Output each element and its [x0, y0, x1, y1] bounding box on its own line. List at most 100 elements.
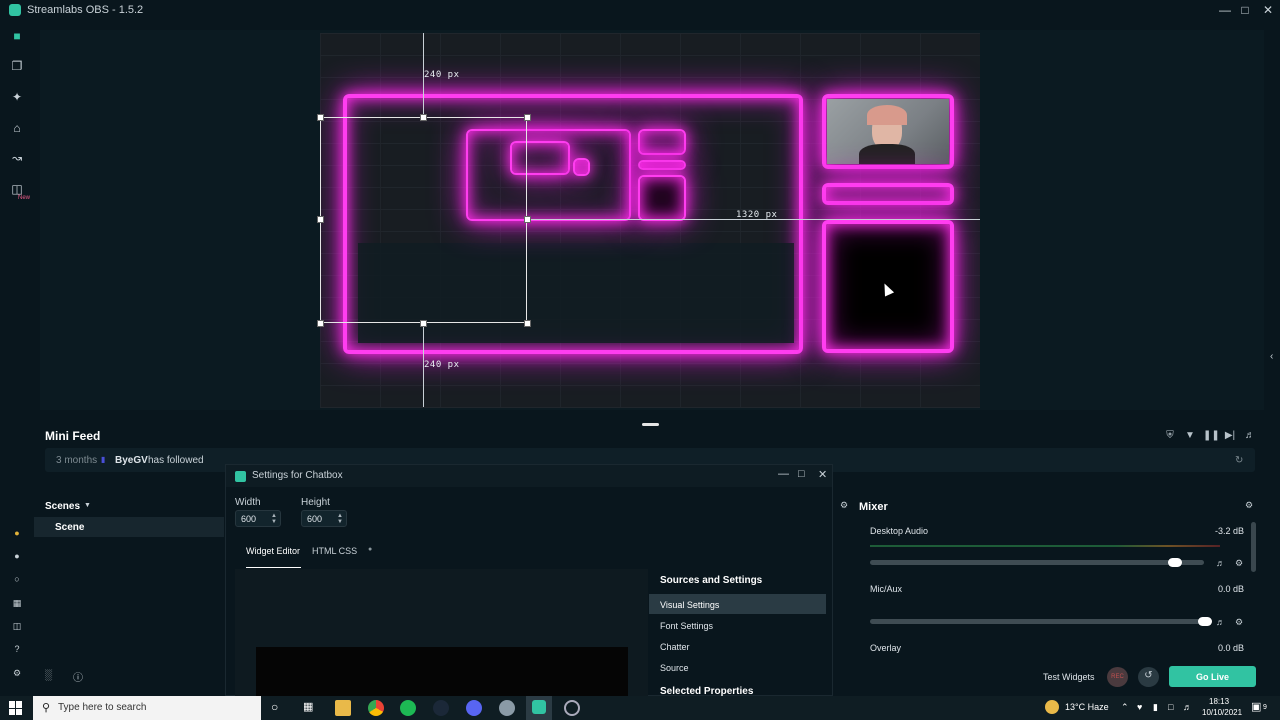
sidebar-item-source[interactable]: Source — [649, 657, 826, 677]
layout-icon[interactable]: ▦ — [11, 598, 23, 610]
taskbar-search-placeholder: Type here to search — [58, 702, 147, 713]
desktop-audio-slider[interactable] — [870, 560, 1204, 565]
spotify-icon[interactable] — [400, 700, 416, 716]
studio-mode-icon[interactable]: ◫ — [11, 621, 23, 633]
prime-icon[interactable]: ● — [11, 528, 23, 540]
weather-haze-icon — [1045, 700, 1059, 714]
width-stepper-icon[interactable]: ▲ ▼ — [271, 513, 277, 525]
resize-handle-l[interactable] — [317, 216, 324, 223]
scene-item[interactable]: Scene — [34, 517, 224, 537]
cortana-icon[interactable]: ○ — [271, 700, 278, 714]
settings-gear-icon[interactable]: ⚙ — [11, 668, 23, 680]
scenes-dropdown-icon[interactable]: ▼ — [84, 502, 91, 509]
desktop-audio-slider-knob[interactable] — [1168, 558, 1182, 567]
steam-icon[interactable] — [433, 700, 449, 716]
mic-aux-slider-knob[interactable] — [1198, 617, 1212, 626]
mic-aux-settings-icon[interactable]: ⚙ — [1235, 617, 1243, 628]
minimize-icon[interactable]: — — [1215, 0, 1235, 20]
weather-text[interactable]: 13°C Haze — [1065, 702, 1109, 712]
desktop-audio-settings-icon[interactable]: ⚙ — [1235, 558, 1243, 569]
width-value: 600 — [241, 514, 257, 524]
obs-icon[interactable] — [564, 700, 580, 716]
volume-icon[interactable]: ♬ — [1243, 430, 1257, 441]
close-icon[interactable]: ✕ — [1258, 0, 1278, 20]
tab-widget-editor[interactable]: Widget Editor — [246, 546, 300, 556]
modal-close-icon[interactable]: ✕ — [818, 468, 827, 481]
shield-icon[interactable]: ⛨ — [1163, 430, 1177, 441]
modal-minimize-icon[interactable]: — — [778, 468, 789, 480]
width-input[interactable]: 600 ▲ ▼ — [235, 510, 281, 527]
resize-handle-bl[interactable] — [317, 320, 324, 327]
mixer-gear-icon[interactable]: ⚙ — [1245, 500, 1253, 511]
discord-icon[interactable] — [466, 700, 482, 716]
title-bar: Streamlabs OBS - 1.5.2 — □ ✕ — [0, 0, 1280, 20]
source-selection-box[interactable] — [320, 117, 527, 323]
webcam-feed — [827, 99, 949, 164]
sidebar-item-visual-settings[interactable]: Visual Settings — [649, 594, 826, 614]
notifications-icon[interactable]: ▣ — [1251, 700, 1261, 713]
mic-aux-mute-icon[interactable]: ♬ — [1216, 617, 1225, 627]
resize-handle-b[interactable] — [420, 320, 427, 327]
studio-mode-camera-icon[interactable]: ■ — [10, 29, 24, 43]
unsaved-dot-icon: ● — [368, 546, 373, 553]
streamlabs-logo-icon — [9, 4, 21, 16]
stats-icon[interactable]: ░ — [45, 670, 52, 681]
paint-icon[interactable] — [499, 700, 515, 716]
editor-tools-icon[interactable]: ✦ — [10, 90, 24, 104]
sources-gear-icon[interactable]: ⚙ — [840, 500, 848, 511]
battery-icon[interactable]: ▮ — [1153, 702, 1158, 713]
task-view-icon[interactable]: ▦ — [303, 700, 313, 713]
windows-start-icon[interactable] — [9, 701, 23, 715]
clock-date[interactable]: 10/10/2021 — [1202, 708, 1242, 717]
go-live-button[interactable]: Go Live — [1169, 666, 1256, 687]
mixer-scrollbar[interactable] — [1251, 522, 1256, 572]
modal-title: Settings for Chatbox — [252, 470, 343, 481]
streamlabs-task-active[interactable] — [526, 696, 552, 720]
taskbar-search-box[interactable]: ⚲ Type here to search — [33, 696, 261, 720]
chrome-icon[interactable] — [368, 700, 384, 716]
desktop-audio-mute-icon[interactable]: ♬ — [1216, 558, 1225, 568]
height-input[interactable]: 600 ▲ ▼ — [301, 510, 347, 527]
resize-handle-t[interactable] — [420, 114, 427, 121]
tab-html-css[interactable]: HTML CSS — [312, 546, 357, 556]
streamer-shirt — [859, 144, 915, 164]
sidebar-item-chatter[interactable]: Chatter — [649, 636, 826, 656]
resize-handle-br[interactable] — [524, 320, 531, 327]
skip-icon[interactable]: ▶| — [1223, 430, 1237, 441]
video-clip-icon[interactable]: ◫ — [10, 182, 24, 196]
record-button[interactable]: REC — [1107, 667, 1128, 687]
stats-chart-icon[interactable]: ↝ — [10, 151, 24, 165]
file-explorer-icon[interactable] — [335, 700, 351, 716]
resize-handle-r[interactable] — [524, 216, 531, 223]
sidebar-item-font-settings[interactable]: Font Settings — [649, 615, 826, 635]
test-widgets-button[interactable]: Test Widgets — [1043, 672, 1095, 682]
sources-settings-title: Sources and Settings — [660, 575, 763, 586]
tray-chevron-icon[interactable]: ⌃ — [1121, 702, 1129, 713]
themes-icon[interactable]: ❐ — [10, 59, 24, 73]
clock-time[interactable]: 18:13 — [1209, 697, 1229, 706]
channel-overlay-db: 0.0 dB — [1217, 643, 1244, 653]
modal-maximize-icon[interactable]: □ — [798, 468, 805, 480]
channel-overlay: Overlay — [870, 643, 902, 653]
collapse-arrow-icon[interactable]: ‹ — [1270, 351, 1273, 362]
volume-tray-icon[interactable]: ♬ — [1183, 702, 1192, 712]
mic-aux-slider[interactable] — [870, 619, 1204, 624]
height-stepper-icon[interactable]: ▲ ▼ — [337, 513, 343, 525]
help-icon[interactable]: ○ — [11, 574, 23, 586]
maximize-icon[interactable]: □ — [1235, 0, 1255, 20]
replay-buffer-icon[interactable]: ↺ — [1138, 667, 1159, 687]
info-icon[interactable]: ⓘ — [73, 669, 83, 684]
resize-handle-tr[interactable] — [524, 114, 531, 121]
notification-count: 9 — [1263, 704, 1267, 711]
network-icon[interactable]: □ — [1168, 702, 1173, 712]
scenes-title: Scenes — [45, 501, 81, 512]
question-icon[interactable]: ? — [11, 644, 23, 656]
repeat-icon[interactable]: ↻ — [1235, 455, 1243, 466]
store-icon[interactable]: ⌂ — [10, 121, 24, 135]
tray-app-icon[interactable]: ♥ — [1137, 702, 1142, 712]
feed-event-duration: 3 months — [56, 455, 98, 466]
filter-icon[interactable]: ▼ — [1183, 430, 1197, 441]
pause-icon[interactable]: ❚❚ — [1203, 430, 1220, 441]
resize-handle-tl[interactable] — [317, 114, 324, 121]
dashboard-icon[interactable]: ● — [11, 551, 23, 563]
